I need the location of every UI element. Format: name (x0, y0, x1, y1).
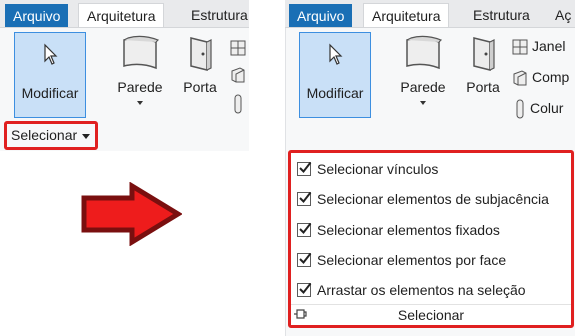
wall-tool[interactable]: Parede (110, 34, 170, 105)
menu-item-label: Selecionar vínculos (317, 161, 439, 177)
pin-icon[interactable] (293, 308, 307, 320)
component-tool[interactable]: Comp (512, 67, 569, 87)
menu-item-select-links[interactable]: Selecionar vínculos (297, 158, 438, 180)
wall-label: Parede (400, 79, 446, 95)
checkbox[interactable] (297, 222, 312, 237)
select-menu-footer-label: Selecionar (397, 307, 465, 323)
tab-bar: Arquivo Arquitetura Estrutura Aç (285, 0, 575, 27)
ribbon-before: Arquivo Arquitetura Estrutura Modificar … (0, 0, 249, 151)
tab-architecture[interactable]: Arquitetura (78, 3, 165, 27)
menu-item-label: Selecionar elementos de subjacência (317, 191, 549, 207)
modify-button[interactable]: Modificar (299, 32, 371, 118)
door-icon (190, 37, 212, 71)
window-tool[interactable]: Janel (512, 36, 565, 56)
check-icon (299, 282, 312, 295)
menu-item-drag-on-selection[interactable]: Arrastar os elementos na seleção (297, 279, 526, 301)
tab-bar: Arquivo Arquitetura Estrutura (0, 0, 249, 27)
panel-divider (285, 28, 286, 336)
tab-next-truncated[interactable]: Aç (547, 3, 575, 27)
door-icon (473, 37, 495, 71)
select-menu: Selecionar vínculos Selecionar elementos… (288, 150, 574, 328)
tab-structure[interactable]: Estrutura (183, 3, 249, 27)
menu-item-label: Arrastar os elementos na seleção (317, 282, 526, 298)
door-label: Porta (183, 79, 217, 95)
checkbox[interactable] (297, 161, 312, 176)
select-dropdown[interactable]: Selecionar (4, 121, 98, 150)
checkbox[interactable] (297, 252, 312, 267)
check-icon (299, 222, 312, 235)
component-icon (513, 70, 527, 86)
wall-dropdown-icon (137, 101, 143, 105)
check-icon (299, 191, 312, 204)
column-label: Colur (530, 100, 564, 116)
cursor-icon (329, 43, 343, 65)
checkbox[interactable] (297, 282, 312, 297)
window-icon (512, 39, 528, 55)
chevron-down-icon (82, 134, 90, 139)
select-dropdown-label: Selecionar (11, 127, 78, 143)
modify-label: Modificar (21, 85, 79, 101)
door-label: Porta (466, 79, 500, 95)
check-icon (299, 252, 312, 265)
column-tool[interactable]: Colur (514, 98, 564, 119)
right-arrow-icon (81, 182, 182, 246)
tab-structure[interactable]: Estrutura (465, 3, 538, 27)
window-icon[interactable] (230, 40, 246, 56)
wall-tool[interactable]: Parede (393, 34, 453, 105)
cursor-icon (44, 43, 58, 65)
tab-file[interactable]: Arquivo (5, 4, 69, 27)
tab-file[interactable]: Arquivo (289, 4, 353, 27)
door-tool[interactable]: Porta (180, 34, 220, 95)
modify-label: Modificar (306, 85, 364, 101)
menu-item-select-underlay[interactable]: Selecionar elementos de subjacência (297, 188, 549, 210)
menu-item-label: Selecionar elementos por face (317, 252, 507, 268)
menu-item-select-pinned[interactable]: Selecionar elementos fixados (297, 219, 500, 241)
select-menu-footer: Selecionar (291, 304, 571, 325)
check-icon (299, 161, 312, 174)
menu-item-select-by-face[interactable]: Selecionar elementos por face (297, 249, 506, 271)
menu-item-label: Selecionar elementos fixados (317, 222, 500, 238)
modify-button[interactable]: Modificar (14, 32, 86, 118)
checkbox[interactable] (297, 191, 312, 206)
wall-icon (406, 35, 443, 70)
component-icon[interactable] (230, 66, 246, 84)
wall-label: Parede (117, 79, 163, 95)
ribbon-after: Arquivo Arquitetura Estrutura Aç Modific… (285, 0, 575, 336)
column-icon (516, 99, 524, 119)
tab-architecture[interactable]: Arquitetura (363, 3, 450, 27)
door-tool[interactable]: Porta (463, 34, 503, 95)
wall-dropdown-icon (420, 101, 426, 105)
wall-icon (123, 35, 160, 70)
window-label: Janel (532, 38, 566, 54)
column-icon[interactable] (232, 94, 244, 114)
component-label: Comp (532, 69, 570, 85)
